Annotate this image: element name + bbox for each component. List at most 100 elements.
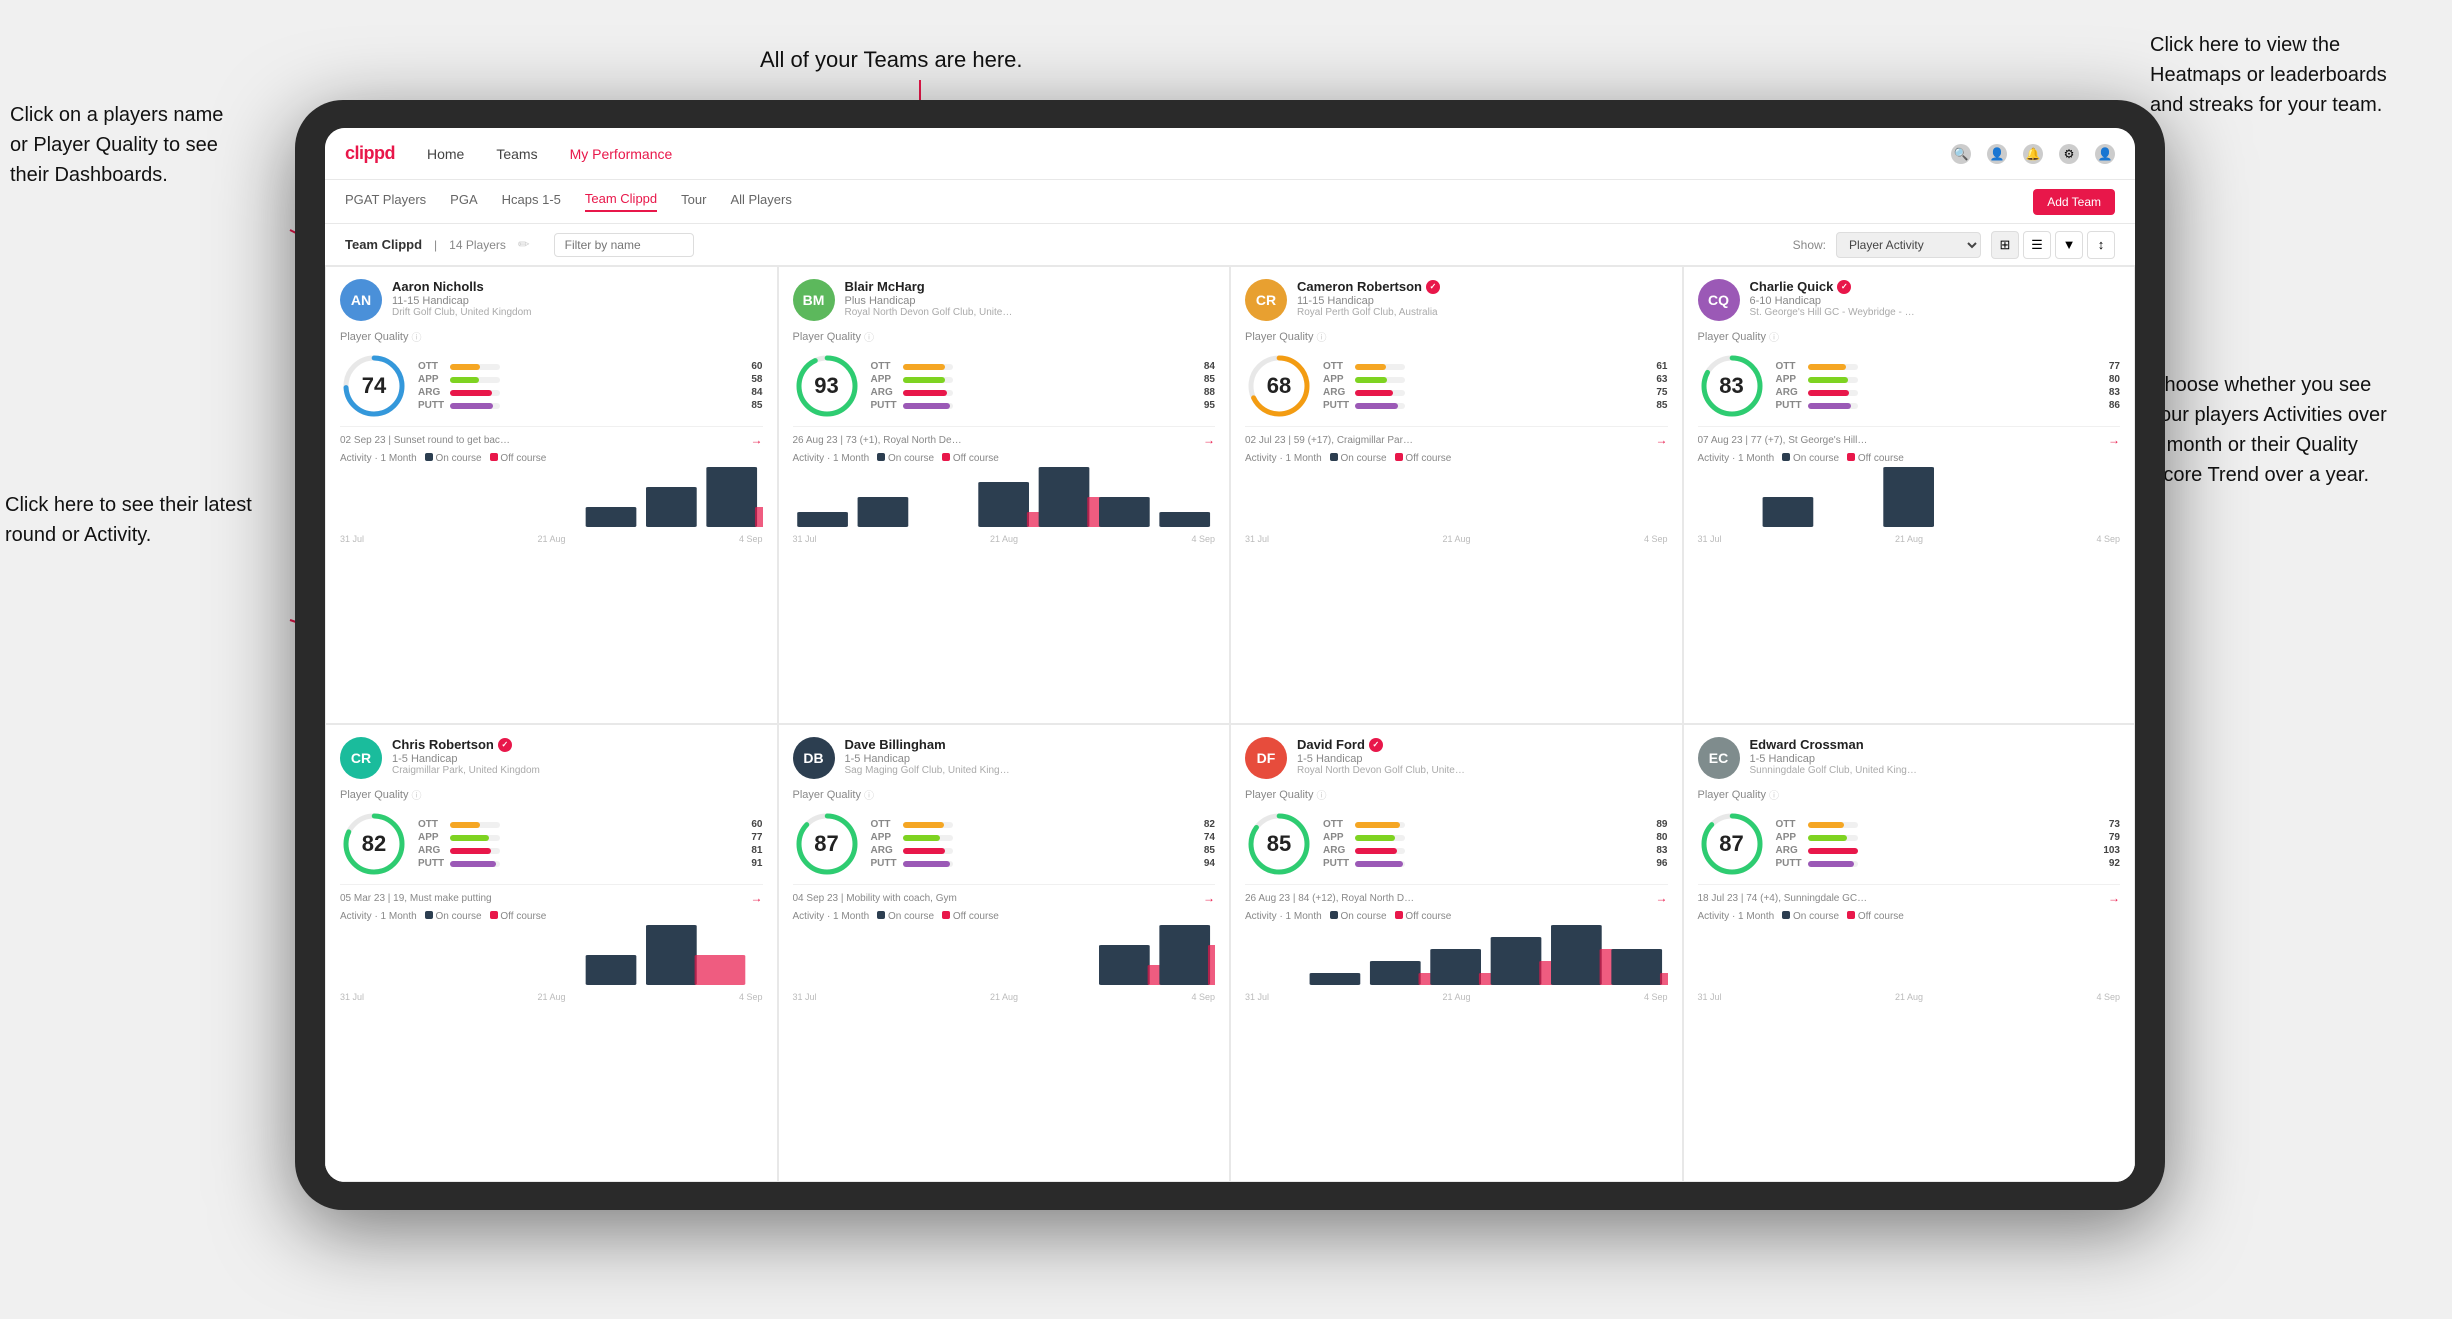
- quality-circle[interactable]: 87: [793, 810, 861, 878]
- quality-circle[interactable]: 82: [340, 810, 408, 878]
- nav-home[interactable]: Home: [427, 146, 464, 162]
- stat-app-label: APP: [1776, 374, 1802, 385]
- stat-app-label: APP: [871, 832, 897, 843]
- quality-circle[interactable]: 87: [1698, 810, 1766, 878]
- player-card[interactable]: BM Blair McHarg Plus Handicap Royal Nort…: [778, 266, 1231, 724]
- player-name[interactable]: Aaron Nicholls: [392, 279, 763, 294]
- subtab-tour[interactable]: Tour: [681, 192, 706, 211]
- latest-round[interactable]: 18 Jul 23 | 74 (+4), Sunningdale GC - Ol…: [1698, 884, 2121, 905]
- player-card[interactable]: DF David Ford ✓ 1-5 Handicap Royal North…: [1230, 724, 1683, 1182]
- quality-label: Player Quality ⓘ: [340, 329, 763, 344]
- verified-badge: ✓: [1837, 280, 1851, 294]
- stat-app-value: 80: [1411, 832, 1667, 843]
- player-name[interactable]: Charlie Quick ✓: [1750, 279, 2121, 294]
- chart-dates: 31 Jul 21 Aug 4 Sep: [1245, 992, 1668, 1002]
- stat-ott-value: 84: [959, 361, 1215, 372]
- quality-section[interactable]: 74 OTT 60 APP 58 ARG 84 PUTT 85: [340, 352, 763, 420]
- latest-round[interactable]: 05 Mar 23 | 19, Must make putting →: [340, 884, 763, 905]
- player-info: Charlie Quick ✓ 6-10 Handicap St. George…: [1750, 279, 2121, 318]
- stat-app-label: APP: [871, 374, 897, 385]
- quality-label: Player Quality ⓘ: [1698, 329, 2121, 344]
- subtab-team-clippd[interactable]: Team Clippd: [585, 191, 657, 212]
- view-icons: ⊞ ☰ ▼ ↕: [1991, 231, 2115, 259]
- off-course-legend: Off course: [942, 453, 999, 464]
- filter-input[interactable]: [554, 233, 694, 257]
- subtab-hcaps[interactable]: Hcaps 1-5: [502, 192, 561, 211]
- search-icon[interactable]: 🔍: [1951, 144, 1971, 164]
- latest-round[interactable]: 26 Aug 23 | 73 (+1), Royal North Devon G…: [793, 426, 1216, 447]
- player-card-header: DF David Ford ✓ 1-5 Handicap Royal North…: [1245, 737, 1668, 779]
- nav-my-performance[interactable]: My Performance: [570, 146, 673, 162]
- chart-date-2: 21 Aug: [1442, 992, 1470, 1002]
- player-handicap: Plus Handicap: [845, 295, 1216, 307]
- quality-circle[interactable]: 68: [1245, 352, 1313, 420]
- chart-date-2: 21 Aug: [1895, 534, 1923, 544]
- list-view-button[interactable]: ☰: [2023, 231, 2051, 259]
- quality-label: Player Quality ⓘ: [1245, 787, 1668, 802]
- user-icon[interactable]: 👤: [1987, 144, 2007, 164]
- latest-round-text: 18 Jul 23 | 74 (+4), Sunningdale GC - Ol…: [1698, 893, 1868, 904]
- subtab-pgat[interactable]: PGAT Players: [345, 192, 426, 211]
- quality-section[interactable]: 68 OTT 61 APP 63 ARG 75 PUTT 85: [1245, 352, 1668, 420]
- player-card[interactable]: CQ Charlie Quick ✓ 6-10 Handicap St. Geo…: [1683, 266, 2136, 724]
- sort-view-button[interactable]: ↕: [2087, 231, 2115, 259]
- quality-circle[interactable]: 83: [1698, 352, 1766, 420]
- bell-icon[interactable]: 🔔: [2023, 144, 2043, 164]
- quality-section[interactable]: 93 OTT 84 APP 85 ARG 88 PUTT 95: [793, 352, 1216, 420]
- stat-putt-label: PUTT: [871, 400, 897, 411]
- stat-app-label: APP: [1323, 374, 1349, 385]
- quality-circle[interactable]: 85: [1245, 810, 1313, 878]
- show-select[interactable]: Player Activity Quality Score Trend: [1836, 232, 1981, 258]
- add-team-button[interactable]: Add Team: [2033, 189, 2115, 215]
- filter-view-button[interactable]: ▼: [2055, 231, 2083, 259]
- player-card[interactable]: AN Aaron Nicholls 11-15 Handicap Drift G…: [325, 266, 778, 724]
- stat-arg-label: ARG: [871, 845, 897, 856]
- player-card[interactable]: EC Edward Crossman 1-5 Handicap Sunningd…: [1683, 724, 2136, 1182]
- latest-round[interactable]: 07 Aug 23 | 77 (+7), St George's Hill GC…: [1698, 426, 2121, 447]
- subtab-pga[interactable]: PGA: [450, 192, 477, 211]
- latest-round[interactable]: 04 Sep 23 | Mobility with coach, Gym →: [793, 884, 1216, 905]
- quality-section[interactable]: 82 OTT 60 APP 77 ARG 81 PUTT 91: [340, 810, 763, 878]
- edit-team-icon[interactable]: ✏: [518, 236, 530, 253]
- latest-round-text: 02 Sep 23 | Sunset round to get back int…: [340, 435, 510, 446]
- chart-date-2: 21 Aug: [537, 992, 565, 1002]
- stat-arg-value: 84: [506, 387, 762, 398]
- player-card-header: CQ Charlie Quick ✓ 6-10 Handicap St. Geo…: [1698, 279, 2121, 321]
- latest-round-text: 05 Mar 23 | 19, Must make putting: [340, 893, 492, 904]
- settings-icon[interactable]: ⚙: [2059, 144, 2079, 164]
- stat-putt-label: PUTT: [871, 858, 897, 869]
- player-name[interactable]: Edward Crossman: [1750, 737, 2121, 752]
- quality-section[interactable]: 87 OTT 82 APP 74 ARG 85 PUTT 94: [793, 810, 1216, 878]
- player-card[interactable]: CR Chris Robertson ✓ 1-5 Handicap Craigm…: [325, 724, 778, 1182]
- player-club: Sunningdale Golf Club, United Kingdom: [1750, 765, 1920, 776]
- activity-section: Activity · 1 Month On course Off course …: [793, 911, 1216, 1002]
- stat-app-label: APP: [418, 374, 444, 385]
- player-name[interactable]: Chris Robertson ✓: [392, 737, 763, 752]
- brand-logo[interactable]: clippd: [345, 143, 395, 164]
- player-card[interactable]: CR Cameron Robertson ✓ 11-15 Handicap Ro…: [1230, 266, 1683, 724]
- latest-round-text: 02 Jul 23 | 59 (+17), Craigmillar Park G…: [1245, 435, 1415, 446]
- latest-round[interactable]: 26 Aug 23 | 84 (+12), Royal North Devon …: [1245, 884, 1668, 905]
- quality-circle[interactable]: 74: [340, 352, 408, 420]
- latest-round[interactable]: 02 Jul 23 | 59 (+17), Craigmillar Park G…: [1245, 426, 1668, 447]
- on-course-legend: On course: [425, 453, 482, 464]
- avatar-icon[interactable]: 👤: [2095, 144, 2115, 164]
- quality-circle[interactable]: 93: [793, 352, 861, 420]
- player-name[interactable]: Cameron Robertson ✓: [1297, 279, 1668, 294]
- quality-section[interactable]: 87 OTT 73 APP 79 ARG 103 PUTT 92: [1698, 810, 2121, 878]
- player-name[interactable]: David Ford ✓: [1297, 737, 1668, 752]
- latest-round[interactable]: 02 Sep 23 | Sunset round to get back int…: [340, 426, 763, 447]
- player-name[interactable]: Dave Billingham: [845, 737, 1216, 752]
- quality-section[interactable]: 83 OTT 77 APP 80 ARG 83 PUTT 86: [1698, 352, 2121, 420]
- player-card[interactable]: DB Dave Billingham 1-5 Handicap Sag Magi…: [778, 724, 1231, 1182]
- team-header: Team Clippd | 14 Players ✏ Show: Player …: [325, 224, 2135, 266]
- player-card-header: AN Aaron Nicholls 11-15 Handicap Drift G…: [340, 279, 763, 321]
- activity-section: Activity · 1 Month On course Off course …: [340, 453, 763, 544]
- quality-section[interactable]: 85 OTT 89 APP 80 ARG 83 PUTT 96: [1245, 810, 1668, 878]
- nav-teams[interactable]: Teams: [496, 146, 537, 162]
- activity-label: Activity · 1 Month On course Off course: [340, 453, 763, 464]
- subtab-all-players[interactable]: All Players: [730, 192, 791, 211]
- grid-view-button[interactable]: ⊞: [1991, 231, 2019, 259]
- on-course-legend: On course: [1782, 911, 1839, 922]
- player-name[interactable]: Blair McHarg: [845, 279, 1216, 294]
